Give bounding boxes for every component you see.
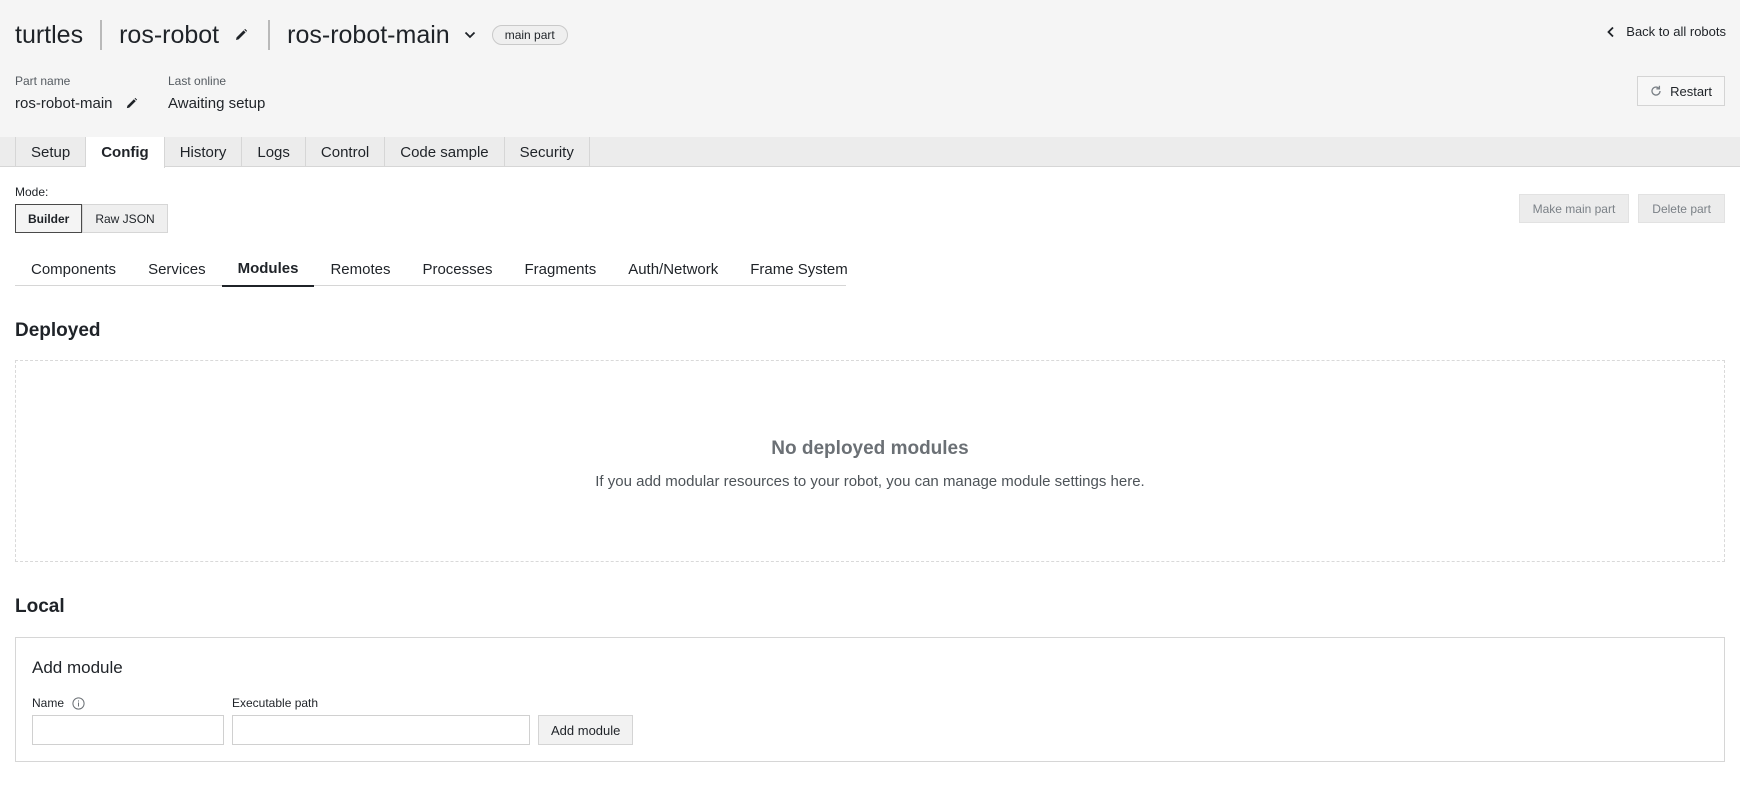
module-name-input[interactable]	[32, 715, 224, 745]
subtab-auth-network[interactable]: Auth/Network	[612, 252, 734, 286]
add-module-button[interactable]: Add module	[538, 715, 634, 745]
chevron-left-icon	[1607, 26, 1614, 37]
mode-label: Mode:	[15, 185, 49, 199]
breadcrumb: turtles ros-robot ros-robot-main main pa…	[15, 18, 568, 52]
subtab-services[interactable]: Services	[132, 252, 222, 286]
empty-state-text: If you add modular resources to your rob…	[595, 473, 1145, 490]
delete-part-button[interactable]: Delete part	[1638, 194, 1725, 223]
part-name-label: Part name	[15, 74, 71, 88]
subtab-remotes[interactable]: Remotes	[314, 252, 406, 286]
tab-history[interactable]: History	[165, 137, 243, 167]
tab-security[interactable]: Security	[505, 137, 590, 167]
executable-path-label: Executable path	[232, 696, 319, 710]
deployed-heading: Deployed	[15, 320, 101, 341]
breadcrumb-divider	[100, 20, 103, 50]
back-link-label: Back to all robots	[1626, 24, 1726, 39]
last-online-value: Awaiting setup	[168, 95, 266, 112]
make-main-part-button[interactable]: Make main part	[1518, 194, 1630, 223]
config-subtabs: Components Services Modules Remotes Proc…	[15, 252, 848, 287]
main-part-badge: main part	[491, 25, 568, 45]
name-field-label: Name	[32, 696, 85, 710]
subtab-processes[interactable]: Processes	[406, 252, 508, 286]
subtab-components[interactable]: Components	[15, 252, 132, 286]
tab-setup[interactable]: Setup	[15, 137, 87, 167]
restart-label: Restart	[1670, 83, 1712, 99]
subtab-fragments[interactable]: Fragments	[509, 252, 613, 286]
path-field-label: Executable path	[232, 696, 318, 710]
part-selector[interactable]: ros-robot-main	[287, 21, 450, 50]
part-name-value: ros-robot-main	[15, 95, 113, 112]
back-to-robots-link[interactable]: Back to all robots	[1606, 24, 1726, 39]
tab-config[interactable]: Config	[86, 137, 165, 168]
main-tabs: Setup Config History Logs Control Code s…	[15, 137, 590, 168]
add-module-title: Add module	[32, 658, 123, 677]
tab-control[interactable]: Control	[306, 137, 386, 167]
breadcrumb-divider	[268, 20, 271, 50]
robot-name: ros-robot	[119, 20, 220, 49]
info-icon[interactable]	[72, 696, 85, 710]
deployed-empty-state: No deployed modules If you add modular r…	[15, 360, 1725, 562]
pencil-icon	[126, 97, 137, 109]
tab-code-sample[interactable]: Code sample	[385, 137, 505, 167]
subtab-frame-system[interactable]: Frame System	[734, 252, 864, 286]
chevron-down-icon	[464, 31, 475, 39]
mode-raw-json-button[interactable]: Raw JSON	[82, 204, 168, 233]
tab-logs[interactable]: Logs	[242, 137, 306, 167]
edit-part-name-button[interactable]	[125, 97, 138, 110]
part-actions: Make main part Delete part	[1518, 194, 1725, 223]
last-online-block: Last online Awaiting setup	[168, 74, 265, 112]
last-online-label: Last online	[168, 74, 227, 88]
restart-button[interactable]: Restart	[1637, 76, 1725, 106]
mode-toggle: Builder Raw JSON	[15, 204, 168, 233]
name-label: Name	[32, 696, 65, 710]
edit-robot-name-button[interactable]	[231, 25, 251, 45]
add-module-card: Add module Name Executable path Add modu…	[15, 637, 1725, 762]
org-name[interactable]: turtles	[15, 21, 83, 50]
local-heading: Local	[15, 596, 65, 617]
executable-path-input[interactable]	[232, 715, 530, 745]
part-dropdown-button[interactable]	[460, 25, 480, 45]
empty-state-title: No deployed modules	[771, 438, 969, 459]
subtab-modules[interactable]: Modules	[221, 252, 315, 287]
part-name-block: Part name ros-robot-main	[15, 74, 138, 112]
refresh-icon	[1651, 85, 1661, 96]
mode-builder-button[interactable]: Builder	[15, 204, 83, 233]
pencil-icon	[236, 28, 248, 40]
